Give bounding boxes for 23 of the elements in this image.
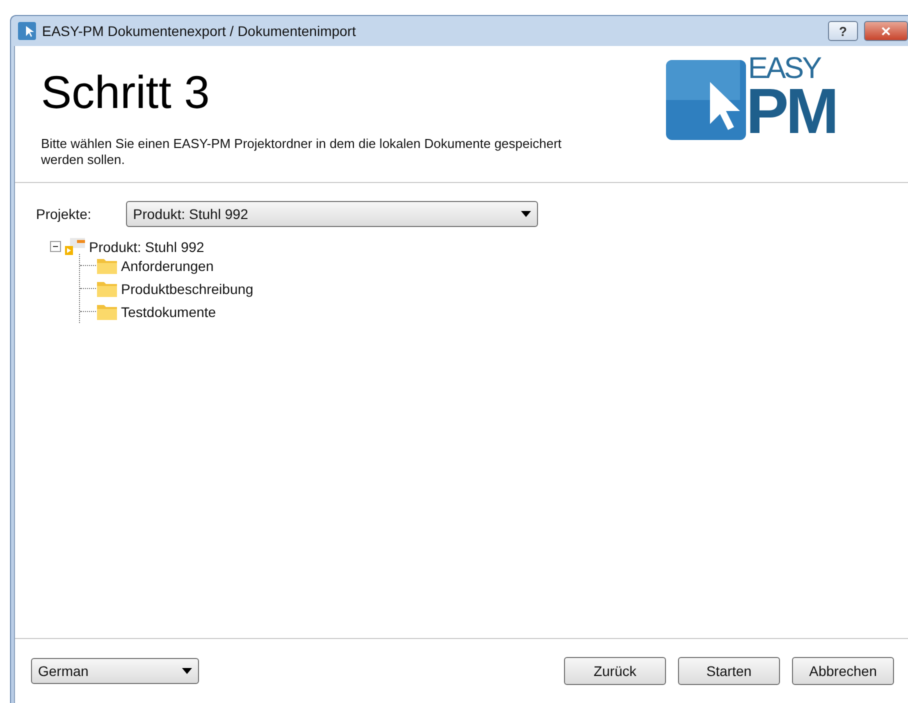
- folder-icon: [96, 256, 118, 274]
- window-title: EASY-PM Dokumentenexport / Dokumentenimport: [42, 23, 357, 39]
- footer-button[interactable]: Abbrechen: [792, 657, 894, 685]
- folder-icon: [96, 302, 118, 320]
- language-dropdown[interactable]: German: [31, 658, 199, 684]
- tree-item[interactable]: Anforderungen: [121, 258, 214, 274]
- step-description: Bitte wählen Sie einen EASY-PM Projektordner in dem die lokalen Dokumente gespeichert werden sollen.: [41, 136, 563, 168]
- app-icon: [18, 22, 36, 40]
- footer-button[interactable]: Zurück: [564, 657, 666, 685]
- project-dropdown[interactable]: Produkt: Stuhl 992: [126, 201, 538, 227]
- step-title: Schritt 3: [41, 66, 210, 118]
- footer-button[interactable]: Starten: [678, 657, 780, 685]
- project-icon: [64, 236, 86, 256]
- folder-icon: [96, 280, 118, 298]
- help-button[interactable]: ?: [828, 21, 858, 41]
- dropdown-arrow-icon: [521, 211, 531, 217]
- projects-label: Projekte:: [36, 206, 92, 222]
- tree-item[interactable]: Produkt: Stuhl 992: [89, 238, 204, 254]
- tree-item[interactable]: Produktbeschreibung: [121, 280, 254, 296]
- dropdown-arrow-icon: [182, 668, 192, 674]
- collapse-icon[interactable]: [50, 241, 61, 252]
- app-logo: EASY PM: [666, 52, 862, 152]
- tree-item[interactable]: Testdokumente: [121, 304, 216, 320]
